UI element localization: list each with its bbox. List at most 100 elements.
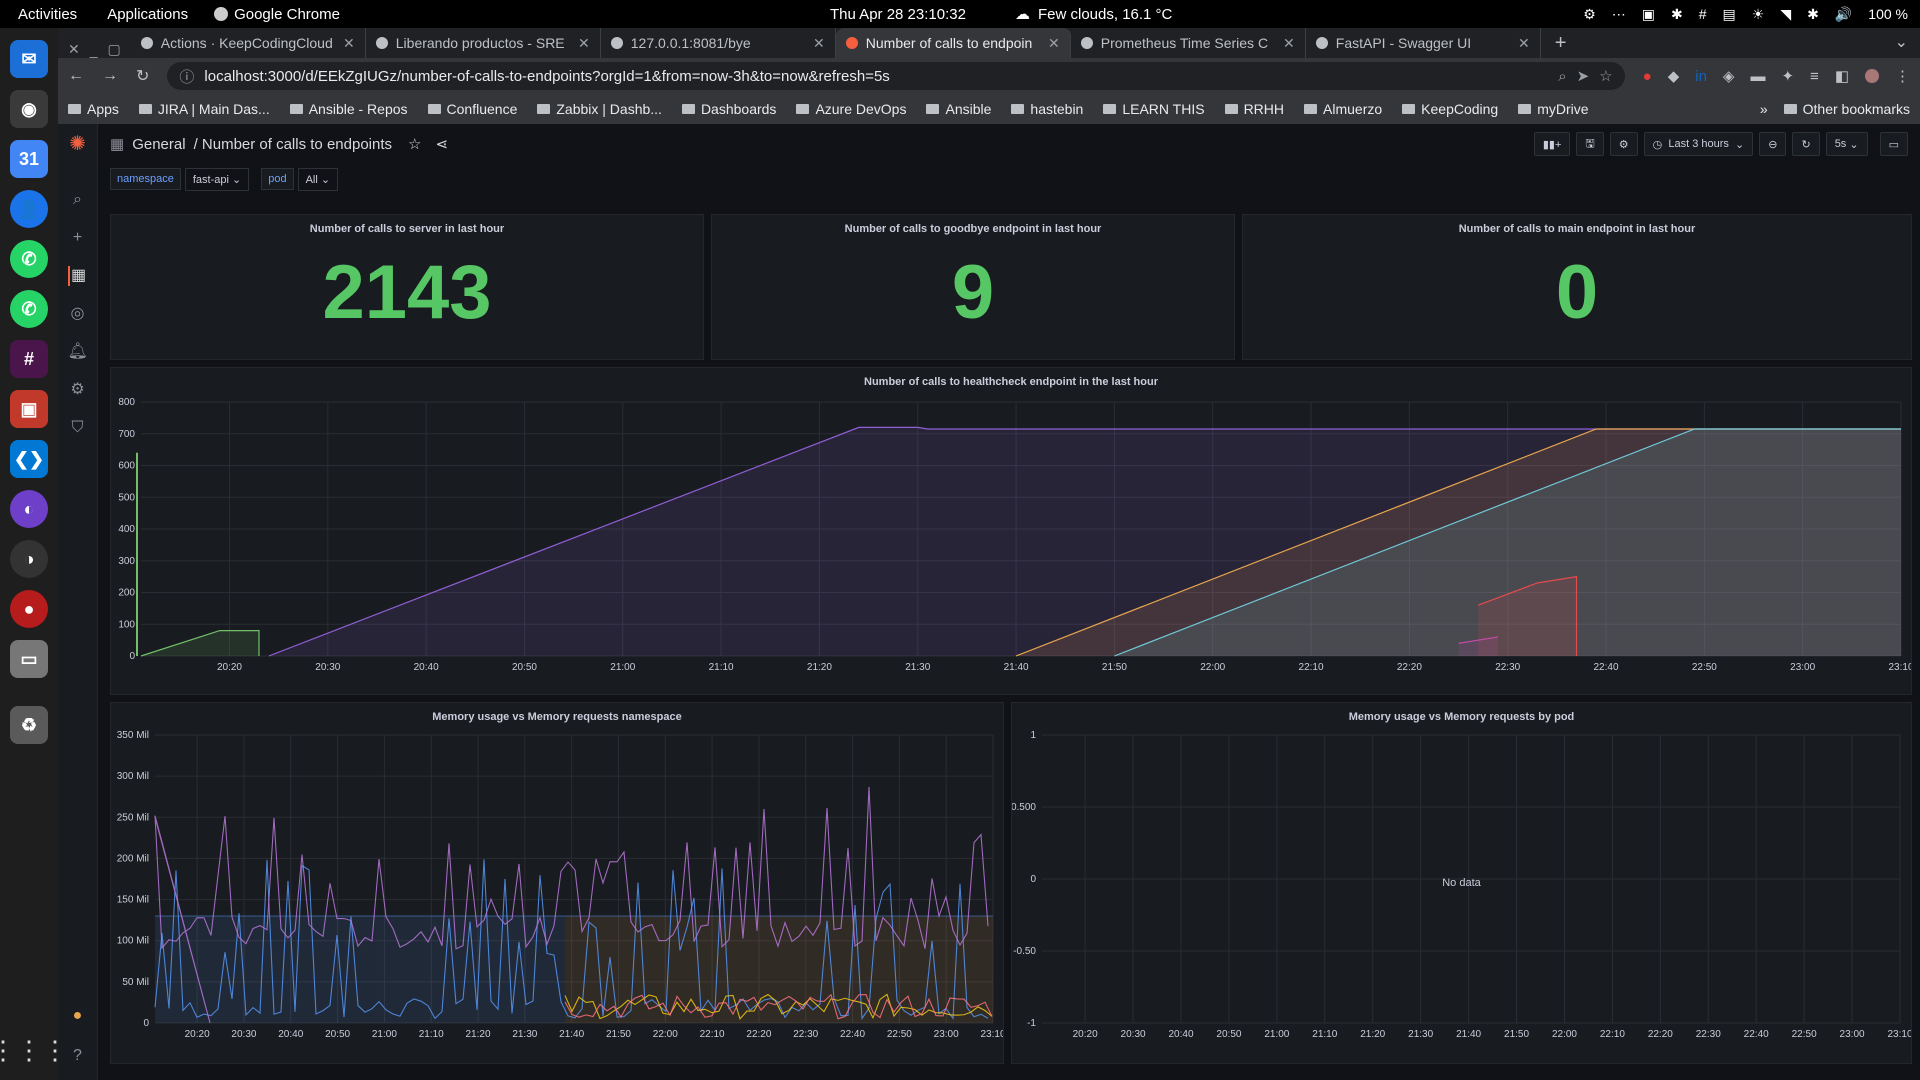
- stat-panel-goodbye-calls[interactable]: Number of calls to goodbye endpoint in l…: [711, 214, 1235, 360]
- extension-b-icon[interactable]: ◈: [1723, 67, 1735, 85]
- zoom-out-button[interactable]: ⊖: [1759, 132, 1787, 156]
- whatsapp-alt-icon[interactable]: ✆: [10, 290, 48, 328]
- breadcrumb-folder[interactable]: General: [132, 136, 185, 153]
- close-tab-icon[interactable]: ✕: [1518, 35, 1530, 52]
- bookmark-item[interactable]: myDrive: [1518, 101, 1589, 117]
- pod-select[interactable]: All ⌄: [297, 167, 339, 191]
- bookmark-item[interactable]: Azure DevOps: [796, 101, 906, 117]
- reload-icon[interactable]: ↻: [136, 66, 149, 86]
- forward-icon[interactable]: →: [102, 67, 118, 85]
- add-panel-button[interactable]: ▮▮+: [1533, 132, 1571, 156]
- bookmark-item[interactable]: Confluence: [427, 101, 517, 117]
- brightness-icon[interactable]: ☀: [1752, 6, 1765, 23]
- stat-panel-main-calls[interactable]: Number of calls to main endpoint in last…: [1242, 214, 1912, 360]
- profile-avatar[interactable]: [1865, 69, 1879, 83]
- grafana-logo-icon[interactable]: ✺: [68, 134, 88, 154]
- zoom-icon[interactable]: ⌕: [1558, 68, 1566, 85]
- opera-extension-icon[interactable]: ●: [1643, 68, 1652, 85]
- bookmark-item[interactable]: KeepCoding: [1402, 101, 1498, 117]
- chrome-menu-icon[interactable]: ⋮: [1895, 67, 1910, 85]
- help-icon[interactable]: ?: [68, 1046, 88, 1066]
- browser-tab[interactable]: Liberando productos - SRE ✕: [366, 28, 601, 58]
- applications-menu[interactable]: Applications: [107, 6, 188, 23]
- site-info-icon[interactable]: ⓘ: [179, 66, 194, 87]
- close-tab-icon[interactable]: ✕: [343, 35, 355, 52]
- url-text[interactable]: localhost:3000/d/EEkZgIUGz/number-of-cal…: [204, 68, 889, 85]
- refresh-button[interactable]: ↻: [1792, 132, 1820, 156]
- search-icon[interactable]: ⌕: [68, 190, 88, 210]
- cherrytree-icon[interactable]: ●: [10, 590, 48, 628]
- page-title[interactable]: / Number of calls to endpoints: [194, 136, 392, 153]
- extension-icon[interactable]: ⚙: [1583, 6, 1596, 23]
- bookmark-item[interactable]: Almuerzo: [1304, 101, 1382, 117]
- browser-tab[interactable]: Prometheus Time Series C ✕: [1071, 28, 1306, 58]
- bookmark-item[interactable]: RRHH: [1224, 101, 1284, 117]
- slack-icon[interactable]: #: [10, 340, 48, 378]
- bookmark-item[interactable]: JIRA | Main Das...: [138, 101, 270, 117]
- save-dashboard-button[interactable]: 🖫︎: [1576, 132, 1604, 156]
- tv-mode-button[interactable]: ▭: [1879, 132, 1908, 156]
- linkedin-extension-icon[interactable]: in: [1695, 68, 1707, 85]
- healthcheck-calls-panel[interactable]: Number of calls to healthcheck endpoint …: [110, 367, 1912, 695]
- trash-icon[interactable]: ♻: [10, 706, 48, 744]
- whatsapp-icon[interactable]: ✆: [10, 240, 48, 278]
- github-desktop-icon[interactable]: ◐: [10, 490, 48, 528]
- namespace-select[interactable]: fast-api ⌄: [184, 167, 250, 191]
- bookmarks-overflow[interactable]: »: [1760, 101, 1768, 117]
- more-icon[interactable]: ⋯: [1612, 6, 1626, 23]
- bookmark-star-icon[interactable]: ☆: [1599, 67, 1612, 85]
- browser-tab[interactable]: 127.0.0.1:8081/bye ✕: [601, 28, 836, 58]
- extensions-puzzle-icon[interactable]: ✦: [1781, 67, 1794, 85]
- files-icon[interactable]: ▭: [10, 640, 48, 678]
- memory-namespace-panel[interactable]: Memory usage vs Memory requests namespac…: [110, 702, 1004, 1064]
- tab-search-icon[interactable]: ⌄: [1895, 32, 1908, 52]
- contacts-icon[interactable]: 👤: [10, 190, 48, 228]
- memory-pod-panel[interactable]: Memory usage vs Memory requests by pod -…: [1011, 702, 1912, 1064]
- bookmark-item[interactable]: Apps: [68, 101, 119, 117]
- stat-panel-server-calls[interactable]: Number of calls to server in last hour 2…: [110, 214, 704, 360]
- clipboard-icon[interactable]: ▤: [1723, 6, 1736, 23]
- volume-icon[interactable]: 🔊: [1835, 6, 1852, 23]
- new-tab-button[interactable]: +: [1555, 28, 1567, 58]
- dashboard-settings-button[interactable]: ⚙: [1609, 132, 1638, 156]
- weather-indicator[interactable]: ☁ Few clouds, 16.1 °C: [1015, 5, 1172, 24]
- close-window-icon[interactable]: ✕: [68, 41, 80, 58]
- server-admin-icon[interactable]: ⛉: [68, 418, 88, 438]
- dashboards-icon[interactable]: ▦: [67, 266, 88, 286]
- bluetooth-icon[interactable]: ✱: [1807, 6, 1819, 23]
- user-avatar[interactable]: ●: [68, 1006, 88, 1026]
- vscode-icon[interactable]: ❮❯: [10, 440, 48, 478]
- browser-tab[interactable]: FastAPI - Swagger UI ✕: [1306, 28, 1541, 58]
- clock[interactable]: Thu Apr 28 23:10:32: [830, 6, 966, 23]
- alerting-icon[interactable]: 🔔︎: [68, 342, 88, 362]
- back-icon[interactable]: ←: [68, 67, 84, 85]
- browser-tab[interactable]: Number of calls to endpoin ✕: [835, 28, 1071, 58]
- github-icon[interactable]: ◑: [10, 540, 48, 578]
- battery-indicator[interactable]: 100 %: [1868, 6, 1908, 22]
- create-icon[interactable]: +: [68, 228, 88, 248]
- calendar-icon[interactable]: 31: [10, 140, 48, 178]
- close-tab-icon[interactable]: ✕: [578, 35, 590, 52]
- memory-namespace-chart[interactable]: 0 50 Mil 100 Mil 150 Mil 200 Mil 250 Mil 300 M…: [111, 729, 1003, 1063]
- wifi-icon[interactable]: ◥: [1780, 6, 1791, 23]
- configuration-icon[interactable]: ⚙: [68, 380, 88, 400]
- address-bar[interactable]: ⓘ localhost:3000/d/EEkZgIUGz/number-of-c…: [167, 62, 1625, 90]
- thunderbird-icon[interactable]: ✉: [10, 40, 48, 78]
- close-tab-icon[interactable]: ✕: [1048, 35, 1060, 52]
- other-bookmarks[interactable]: Other bookmarks: [1783, 101, 1910, 117]
- bookmark-item[interactable]: LEARN THIS: [1103, 101, 1205, 117]
- reading-list-icon[interactable]: ≡: [1810, 68, 1819, 85]
- healthcheck-chart[interactable]: 0 100 200 300 400 500 600 700 800 20:20 20:30 20:40…: [111, 394, 1911, 694]
- bookmark-item[interactable]: hastebin: [1011, 101, 1083, 117]
- close-tab-icon[interactable]: ✕: [1283, 35, 1295, 52]
- screenshot-icon[interactable]: ▣: [1642, 6, 1655, 23]
- remote-desktop-icon[interactable]: ▣: [10, 390, 48, 428]
- bookmark-item[interactable]: Dashboards: [681, 101, 776, 117]
- bookmark-item[interactable]: Ansible: [926, 101, 991, 117]
- share-icon[interactable]: ⋖: [435, 135, 448, 153]
- active-app-indicator[interactable]: Google Chrome: [214, 6, 340, 23]
- bookmark-item[interactable]: Ansible - Repos: [289, 101, 408, 117]
- refresh-interval-picker[interactable]: 5s ⌄: [1825, 132, 1868, 156]
- extension-c-icon[interactable]: ▬: [1750, 68, 1765, 85]
- close-tab-icon[interactable]: ✕: [813, 35, 825, 52]
